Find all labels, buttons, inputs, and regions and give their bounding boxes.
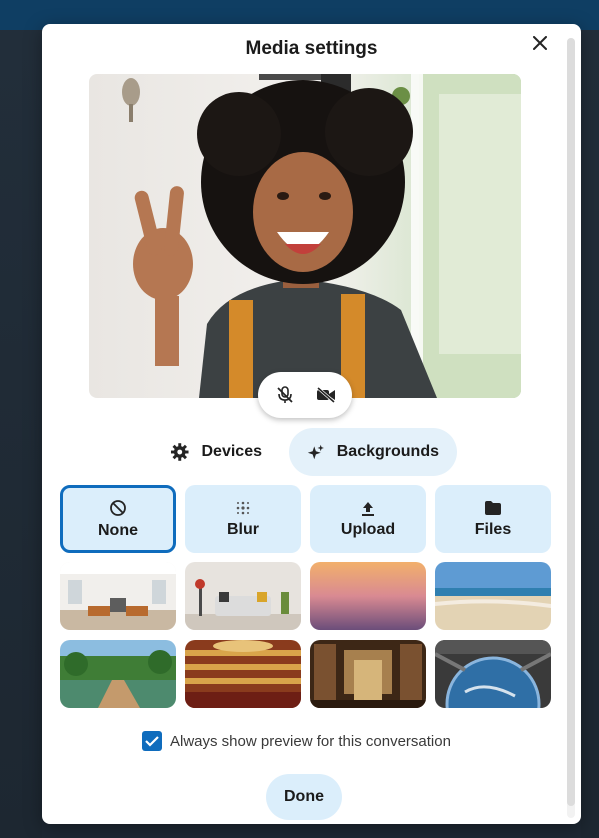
background-option-none[interactable]: None — [60, 485, 176, 553]
preview-controls — [258, 372, 352, 418]
option-files-label: Files — [474, 520, 512, 538]
option-blur-label: Blur — [227, 520, 259, 538]
dialog-title: Media settings — [245, 38, 378, 59]
gear-icon — [170, 443, 189, 461]
tab-devices[interactable]: Devices — [152, 428, 280, 476]
option-upload-label: Upload — [340, 520, 396, 538]
close-button[interactable] — [527, 30, 553, 56]
background-thumb-sunset[interactable] — [310, 562, 426, 630]
background-thumb-garden-bridge[interactable] — [60, 640, 176, 708]
settings-tabs: Devices Backgrounds — [42, 428, 581, 476]
background-thumb-library[interactable] — [310, 640, 426, 708]
close-icon — [533, 36, 547, 50]
tab-devices-label: Devices — [201, 443, 263, 460]
mic-off-icon — [276, 386, 293, 403]
done-button[interactable]: Done — [266, 774, 342, 820]
scrollbar-thumb[interactable] — [567, 38, 575, 806]
media-settings-dialog: Media settings Devices Backgrounds None … — [42, 24, 581, 824]
backdrop-right — [581, 30, 599, 838]
background-thumb-opera-house[interactable] — [185, 640, 301, 708]
preview-video-frame — [122, 74, 521, 398]
camera-toggle-button[interactable] — [309, 378, 343, 412]
background-thumb-office[interactable] — [60, 562, 176, 630]
tab-backgrounds[interactable]: Backgrounds — [289, 428, 457, 476]
background-thumb-beach[interactable] — [435, 562, 551, 630]
camera-preview — [89, 74, 521, 398]
always-show-preview-row: Always show preview for this conversatio… — [142, 730, 451, 752]
background-option-files[interactable]: Files — [435, 485, 551, 553]
upload-icon — [362, 501, 374, 516]
background-thumb-living-room[interactable] — [185, 562, 301, 630]
always-show-preview-label: Always show preview for this conversatio… — [170, 732, 451, 750]
blur-icon — [236, 501, 250, 514]
backdrop-left — [0, 30, 42, 838]
sparkle-icon — [307, 444, 324, 460]
none-icon — [110, 499, 126, 516]
folder-icon — [485, 500, 501, 515]
checkmark-icon — [145, 736, 159, 747]
background-thumb-space-station[interactable] — [435, 640, 551, 708]
option-none-label: None — [98, 521, 138, 539]
mic-toggle-button[interactable] — [268, 378, 302, 412]
camera-off-icon — [316, 387, 335, 403]
tab-backgrounds-label: Backgrounds — [336, 443, 439, 460]
always-show-preview-checkbox[interactable] — [142, 731, 162, 751]
background-option-upload[interactable]: Upload — [310, 485, 426, 553]
background-option-blur[interactable]: Blur — [185, 485, 301, 553]
